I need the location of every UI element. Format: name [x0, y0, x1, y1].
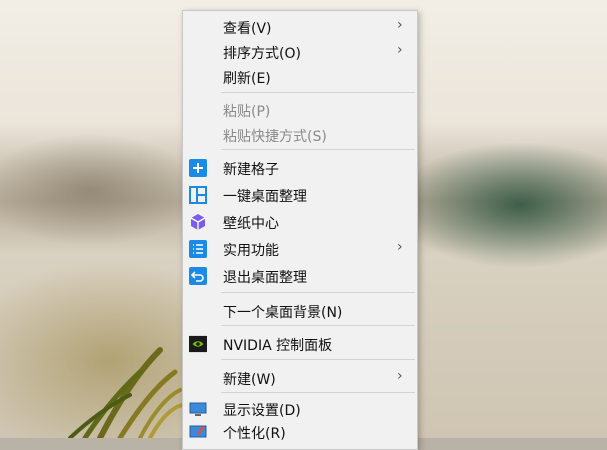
- menu-item-label: 一键桌面整理: [223, 189, 307, 205]
- menu-separator: [221, 292, 415, 293]
- chevron-right-icon: ›: [397, 239, 403, 255]
- personalize-icon: [189, 423, 207, 441]
- menu-item-display-settings[interactable]: 显示设置(D): [183, 396, 417, 421]
- chevron-right-icon: ›: [397, 17, 403, 33]
- menu-item-utilities[interactable]: 实用功能 ›: [183, 236, 417, 261]
- menu-item-exit-organize[interactable]: 退出桌面整理: [183, 263, 417, 288]
- menu-item-refresh[interactable]: 刷新(E): [183, 64, 417, 89]
- list-icon: [189, 240, 207, 258]
- monitor-icon: [189, 400, 207, 418]
- menu-item-organize-desktop[interactable]: 一键桌面整理: [183, 182, 417, 207]
- menu-item-new-grid[interactable]: 新建格子: [183, 155, 417, 180]
- chevron-right-icon: ›: [397, 368, 403, 384]
- menu-item-sort-by[interactable]: 排序方式(O) ›: [183, 39, 417, 64]
- menu-item-label: 新建格子: [223, 162, 279, 178]
- menu-item-label: 粘贴(P): [223, 104, 271, 120]
- menu-item-label: 实用功能: [223, 243, 279, 259]
- menu-item-view[interactable]: 查看(V) ›: [183, 14, 417, 39]
- menu-item-label: NVIDIA 控制面板: [223, 338, 333, 354]
- layout-icon: [189, 186, 207, 204]
- menu-item-label: 刷新(E): [223, 71, 271, 87]
- desktop-context-menu: 查看(V) › 排序方式(O) › 刷新(E) 粘贴(P) 粘贴快捷方式(S) …: [182, 10, 418, 450]
- menu-item-paste: 粘贴(P): [183, 97, 417, 122]
- menu-item-label: 下一个桌面背景(N): [223, 305, 343, 321]
- menu-item-label: 显示设置(D): [223, 403, 301, 419]
- menu-item-next-background[interactable]: 下一个桌面背景(N): [183, 298, 417, 323]
- menu-item-label: 查看(V): [223, 21, 272, 37]
- menu-separator: [221, 359, 415, 360]
- menu-item-label: 退出桌面整理: [223, 270, 307, 286]
- menu-item-label: 新建(W): [223, 372, 276, 388]
- menu-item-new[interactable]: 新建(W) ›: [183, 365, 417, 390]
- menu-item-label: 粘贴快捷方式(S): [223, 129, 327, 145]
- nvidia-icon: [189, 335, 207, 353]
- menu-separator: [221, 149, 415, 150]
- menu-item-nvidia-control-panel[interactable]: NVIDIA 控制面板: [183, 331, 417, 356]
- menu-item-label: 个性化(R): [223, 426, 286, 442]
- menu-item-personalize[interactable]: 个性化(R): [183, 419, 417, 444]
- menu-separator: [221, 325, 415, 326]
- menu-item-label: 排序方式(O): [223, 46, 301, 62]
- menu-item-paste-shortcut: 粘贴快捷方式(S): [183, 122, 417, 147]
- menu-separator: [221, 92, 415, 93]
- cube-icon: [189, 213, 207, 231]
- plus-icon: [189, 159, 207, 177]
- menu-item-label: 壁纸中心: [223, 216, 279, 232]
- return-icon: [189, 267, 207, 285]
- menu-item-wallpaper-center[interactable]: 壁纸中心: [183, 209, 417, 234]
- chevron-right-icon: ›: [397, 42, 403, 58]
- menu-separator: [221, 392, 415, 393]
